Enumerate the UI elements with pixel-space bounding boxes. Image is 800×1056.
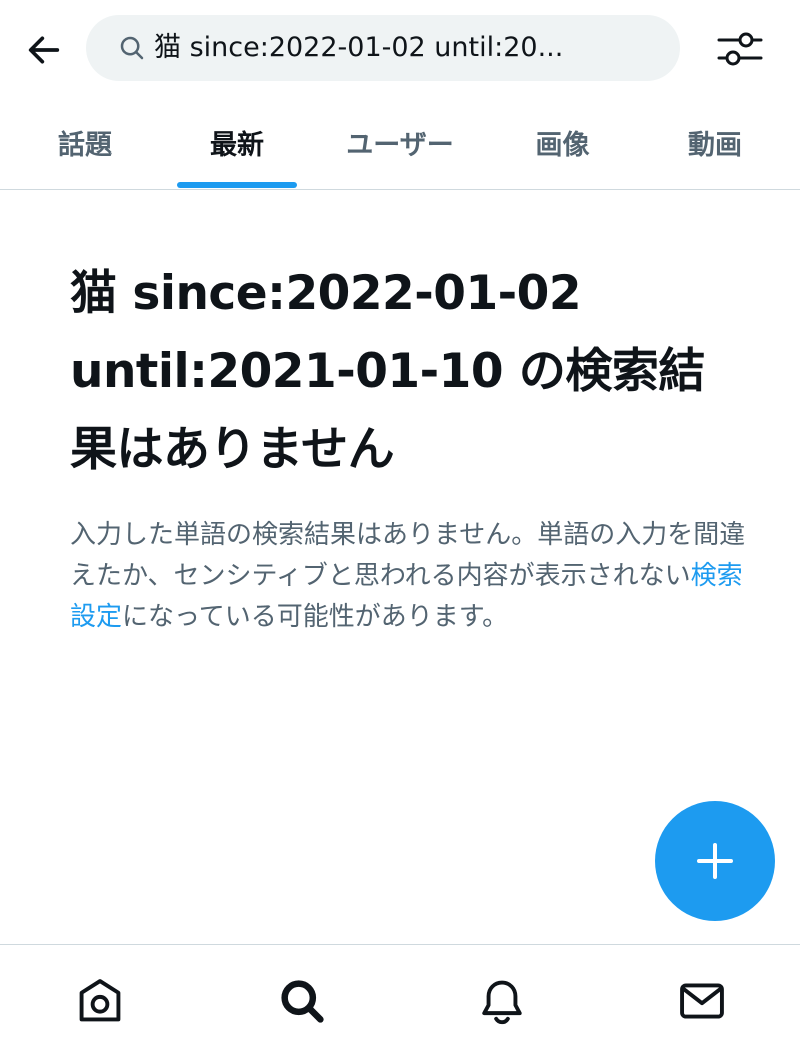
search-tabs: 話題 最新 ユーザー 画像 動画	[0, 96, 800, 190]
sliders-icon	[717, 32, 763, 66]
search-settings-button[interactable]	[712, 24, 768, 74]
empty-state-title: 猫 since:2022-01-02 until:2021-01-10 の検索結…	[70, 266, 705, 477]
empty-state: 猫 since:2022-01-02 until:2021-01-10 の検索結…	[70, 255, 750, 638]
search-icon	[116, 32, 148, 64]
search-query-text: 猫 since:2022-01-02 until:20...	[154, 32, 564, 63]
nav-messages[interactable]	[670, 969, 734, 1033]
nav-home[interactable]	[68, 969, 132, 1033]
tab-latest[interactable]: 最新	[177, 96, 297, 189]
empty-state-message: 入力した単語の検索結果はありません。単語の入力を間違えたか、センシティブと思われ…	[70, 515, 750, 638]
search-icon	[281, 980, 324, 1023]
tab-photos[interactable]: 画像	[505, 96, 620, 189]
back-button[interactable]	[22, 28, 66, 72]
nav-search[interactable]	[270, 969, 334, 1033]
plus-icon	[697, 843, 733, 879]
compose-tweet-button[interactable]	[655, 801, 775, 921]
mail-icon	[680, 983, 724, 1019]
empty-state-message-text-end: になっている可能性があります。	[122, 602, 509, 632]
bell-icon	[482, 980, 522, 1025]
tab-videos[interactable]: 動画	[655, 96, 775, 189]
tab-top[interactable]: 話題	[30, 96, 140, 189]
top-bar: 猫 since:2022-01-02 until:20...	[0, 0, 800, 96]
search-input[interactable]: 猫 since:2022-01-02 until:20...	[86, 15, 680, 81]
bottom-navigation	[0, 944, 800, 1056]
arrow-left-icon	[28, 36, 60, 64]
tab-people[interactable]: ユーザー	[325, 96, 475, 189]
active-tab-indicator	[177, 182, 297, 188]
empty-state-message-text: 入力した単語の検索結果はありません。単語の入力を間違えたか、センシティブと思われ…	[70, 520, 746, 591]
home-icon	[79, 979, 121, 1022]
nav-notifications[interactable]	[470, 969, 534, 1033]
